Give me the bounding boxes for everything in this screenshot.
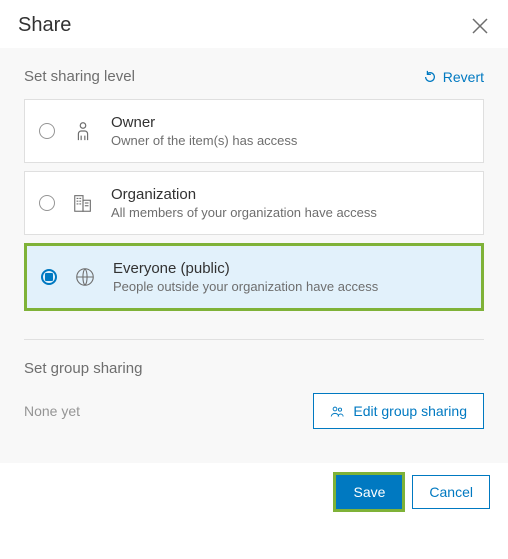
edit-group-sharing-button[interactable]: Edit group sharing — [313, 393, 484, 429]
option-everyone[interactable]: Everyone (public) People outside your or… — [24, 243, 484, 311]
section-divider — [24, 339, 484, 340]
option-owner-desc: Owner of the item(s) has access — [111, 133, 297, 148]
revert-icon — [423, 70, 437, 84]
close-icon — [471, 17, 489, 35]
revert-label: Revert — [443, 69, 484, 85]
edit-group-sharing-label: Edit group sharing — [353, 403, 467, 419]
revert-button[interactable]: Revert — [423, 69, 484, 85]
option-organization-desc: All members of your organization have ac… — [111, 205, 377, 220]
save-button[interactable]: Save — [336, 475, 402, 509]
organization-icon — [71, 191, 95, 215]
dialog-header: Share — [0, 0, 508, 48]
close-button[interactable] — [470, 16, 490, 36]
option-everyone-text: Everyone (public) People outside your or… — [113, 260, 378, 294]
option-everyone-desc: People outside your organization have ac… — [113, 279, 378, 294]
owner-icon — [71, 119, 95, 143]
sharing-options: Owner Owner of the item(s) has access Or… — [24, 99, 484, 311]
dialog-footer: Save Cancel — [0, 463, 508, 521]
option-organization-text: Organization All members of your organiz… — [111, 186, 377, 220]
dialog-title: Share — [18, 14, 71, 37]
group-sharing-none: None yet — [24, 403, 80, 419]
option-owner-label: Owner — [111, 114, 297, 131]
radio-everyone[interactable] — [41, 269, 57, 285]
option-owner-text: Owner Owner of the item(s) has access — [111, 114, 297, 148]
group-icon — [330, 404, 345, 419]
option-organization[interactable]: Organization All members of your organiz… — [24, 171, 484, 235]
cancel-button[interactable]: Cancel — [412, 475, 490, 509]
radio-owner[interactable] — [39, 123, 55, 139]
sharing-level-title: Set sharing level — [24, 68, 135, 85]
radio-organization[interactable] — [39, 195, 55, 211]
group-sharing-row: None yet Edit group sharing — [24, 393, 484, 429]
option-organization-label: Organization — [111, 186, 377, 203]
option-owner[interactable]: Owner Owner of the item(s) has access — [24, 99, 484, 163]
group-sharing-title: Set group sharing — [24, 360, 484, 377]
dialog-body: Set sharing level Revert Owner Owner of … — [0, 48, 508, 463]
option-everyone-label: Everyone (public) — [113, 260, 378, 277]
sharing-level-header: Set sharing level Revert — [24, 68, 484, 85]
globe-icon — [73, 265, 97, 289]
